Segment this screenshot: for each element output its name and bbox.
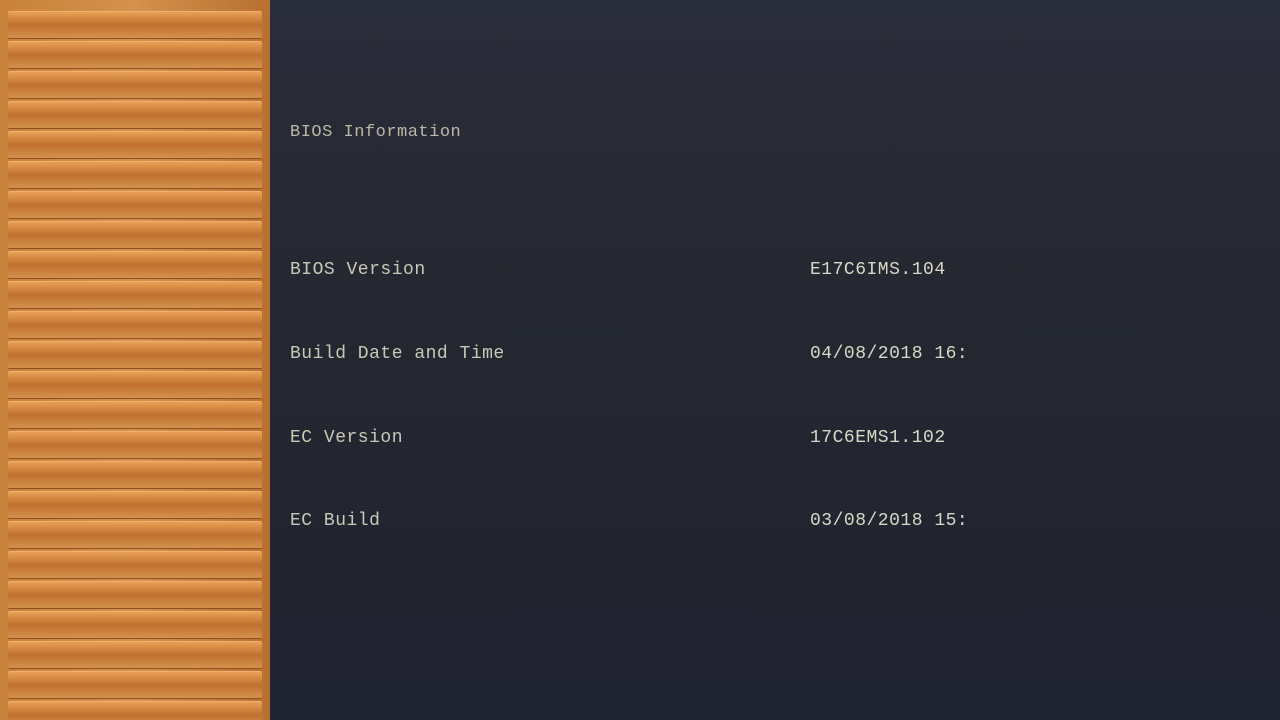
ec-build-label: EC Build — [290, 508, 810, 536]
bios-info-header-label: BIOS Information — [290, 120, 810, 146]
blind-slat — [8, 161, 262, 189]
bios-version-row: BIOS Version E17C6IMS.104 — [290, 257, 1280, 285]
bios-version-value: E17C6IMS.104 — [810, 257, 946, 285]
ec-version-row: EC Version 17C6EMS1.102 — [290, 425, 1280, 453]
blind-slat — [8, 551, 262, 579]
blind-slat — [8, 251, 262, 279]
blind-slat — [8, 281, 262, 309]
build-date-value: 04/08/2018 16: — [810, 341, 968, 369]
bios-content: BIOS Information BIOS Version E17C6IMS.1… — [290, 8, 1280, 720]
build-date-row: Build Date and Time 04/08/2018 16: — [290, 341, 1280, 369]
blind-slat — [8, 641, 262, 669]
blind-slat — [8, 611, 262, 639]
spacer-1 — [290, 620, 1280, 638]
blind-slat — [8, 191, 262, 219]
blind-slat — [8, 101, 262, 129]
bios-screen: BIOS Information BIOS Version E17C6IMS.1… — [270, 0, 1280, 720]
ec-build-row: EC Build 03/08/2018 15: — [290, 508, 1280, 536]
blind-slat — [8, 11, 262, 39]
blind-slat — [8, 461, 262, 489]
blind-slat — [8, 341, 262, 369]
blind-slat — [8, 371, 262, 399]
blind-slat — [8, 701, 262, 720]
blind-slat — [8, 41, 262, 69]
blind-slat — [8, 311, 262, 339]
blind-slat — [8, 401, 262, 429]
left-decorative-panel — [0, 0, 270, 720]
build-date-label: Build Date and Time — [290, 341, 810, 369]
blind-slat — [8, 431, 262, 459]
blind-slat — [8, 521, 262, 549]
blind-slat — [8, 671, 262, 699]
blind-slat — [8, 221, 262, 249]
bios-version-label: BIOS Version — [290, 257, 810, 285]
blind-slat — [8, 491, 262, 519]
blind-slat — [8, 581, 262, 609]
ec-version-value: 17C6EMS1.102 — [810, 425, 946, 453]
bios-info-section-header-row: BIOS Information — [290, 120, 1280, 146]
blind-slats — [0, 0, 270, 720]
ec-build-value: 03/08/2018 15: — [810, 508, 968, 536]
blind-slat — [8, 71, 262, 99]
blind-slat — [8, 131, 262, 159]
ec-version-label: EC Version — [290, 425, 810, 453]
